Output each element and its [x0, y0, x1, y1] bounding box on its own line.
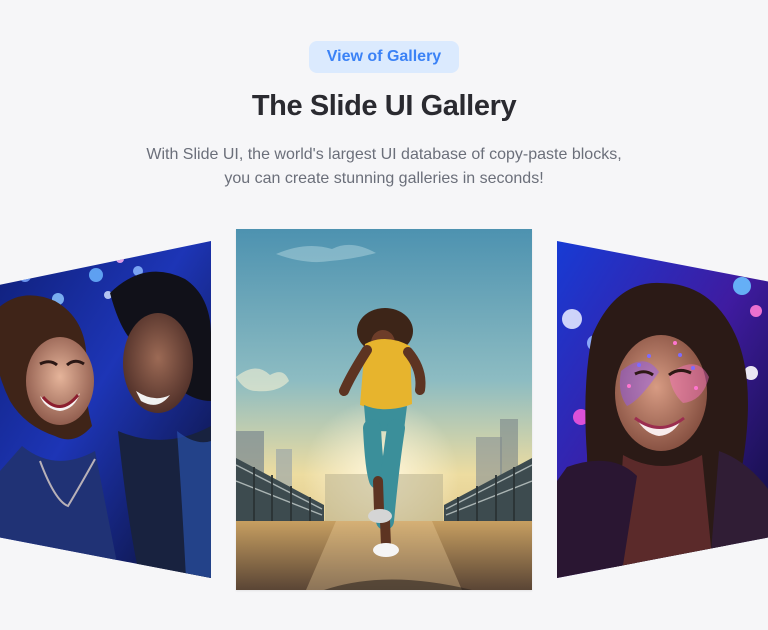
page-description: With Slide UI, the world's largest UI da… [0, 143, 768, 191]
description-line-1: With Slide UI, the world's largest UI da… [146, 146, 622, 163]
description-line-2: you can create stunning galleries in sec… [224, 170, 544, 187]
view-of-gallery-label: View of Gallery [326, 48, 442, 65]
view-of-gallery-badge[interactable]: View of Gallery [309, 41, 459, 73]
gallery-page: View of Gallery The Slide UI Gallery Wit… [0, 0, 768, 630]
gallery-image-party-couple[interactable] [0, 241, 211, 578]
party-couple-illustration [0, 241, 211, 578]
gallery-image-neon-portrait[interactable] [557, 241, 768, 578]
gallery-image-runner[interactable] [236, 229, 532, 590]
page-title: The Slide UI Gallery [251, 90, 517, 122]
runner-illustration [236, 229, 532, 590]
neon-portrait-illustration [557, 241, 768, 578]
